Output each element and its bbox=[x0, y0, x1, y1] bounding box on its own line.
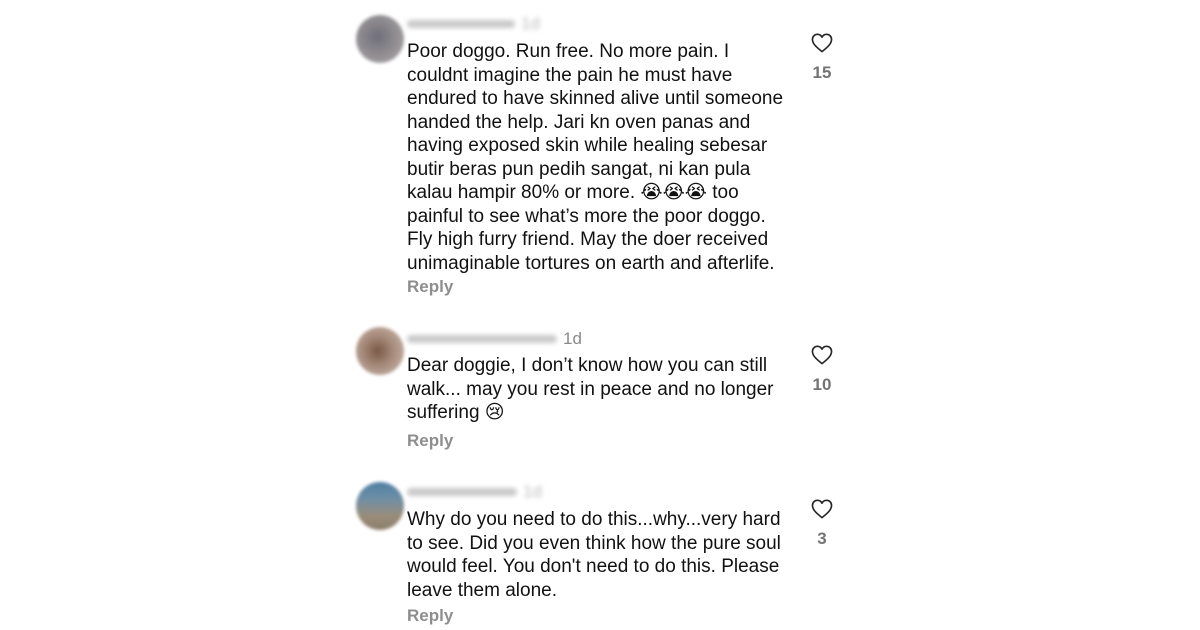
username-row: 1d bbox=[407, 482, 542, 501]
heart-outline-icon[interactable] bbox=[811, 33, 833, 53]
reply-button[interactable]: Reply bbox=[407, 606, 453, 626]
avatar[interactable] bbox=[356, 482, 404, 530]
like-count: 15 bbox=[812, 63, 832, 82]
heart-outline-icon[interactable] bbox=[811, 345, 833, 365]
username-row: 1d bbox=[407, 14, 540, 33]
like-section: 10 bbox=[806, 345, 838, 395]
like-section: 3 bbox=[806, 499, 838, 549]
comment-time: 1d bbox=[563, 329, 582, 348]
heart-outline-icon[interactable] bbox=[811, 499, 833, 519]
reply-button[interactable]: Reply bbox=[407, 431, 453, 451]
comment-time: 1d bbox=[521, 14, 540, 33]
comment-text: Dear doggie, I don’t know how you can st… bbox=[407, 355, 774, 423]
comment-text: Poor doggo. Run free. No more pain. I co… bbox=[407, 41, 784, 274]
reply-button[interactable]: Reply bbox=[407, 277, 453, 297]
comments-page: 1d Poor doggo. Run free. No more pain. I… bbox=[0, 0, 1200, 630]
username-blurred[interactable] bbox=[407, 20, 515, 28]
like-count: 10 bbox=[812, 375, 832, 394]
avatar[interactable] bbox=[356, 327, 404, 375]
like-section: 15 bbox=[806, 33, 838, 83]
username-row: 1d bbox=[407, 329, 582, 348]
avatar[interactable] bbox=[356, 15, 404, 63]
comment-text: Why do you need to do this...why...very … bbox=[407, 509, 781, 601]
username-blurred[interactable] bbox=[407, 335, 557, 343]
like-count: 3 bbox=[817, 529, 827, 548]
comment-time: 1d bbox=[523, 482, 542, 501]
username-blurred[interactable] bbox=[407, 488, 517, 496]
